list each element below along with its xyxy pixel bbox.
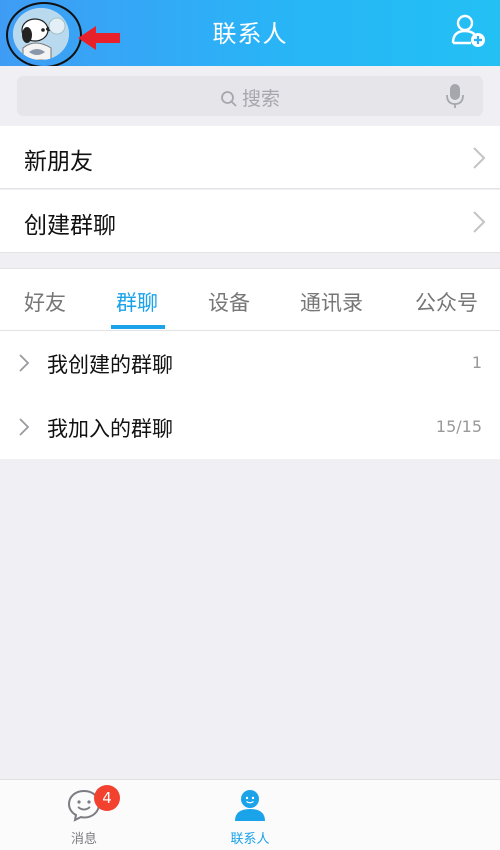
nav-contacts[interactable]: 联系人 [200,788,300,847]
group-count: 1 [471,353,482,372]
tab-official-accounts[interactable]: 公众号 [415,287,478,317]
nav-label: 消息 [70,832,97,847]
search-placeholder: 搜索 [241,88,280,110]
chevron-right-icon [19,354,30,372]
active-tab-indicator [111,325,165,329]
bottom-navigation: 消息 联系人 [0,779,500,850]
microphone-icon[interactable] [445,83,465,109]
group-row-joined[interactable]: 我加入的群聊 15/15 [0,395,500,459]
group-count: 15/15 [435,417,482,436]
tab-address-book[interactable]: 通讯录 [300,287,363,317]
row-create-group[interactable]: 创建群聊 [0,190,500,253]
chevron-right-icon [473,211,486,233]
tab-devices[interactable]: 设备 [208,287,250,317]
search-input[interactable]: 搜索 [17,76,483,116]
row-label: 新朋友 [24,149,93,175]
top-bar: 联系人 [0,0,500,68]
nav-label: 联系人 [230,832,270,847]
search-icon [221,91,237,107]
tab-groups[interactable]: 群聊 [116,287,158,317]
tab-friends[interactable]: 好友 [24,287,66,317]
group-row-label: 我创建的群聊 [47,353,173,377]
row-new-friends[interactable]: 新朋友 [0,126,500,189]
search-placeholder-wrap: 搜索 [17,84,483,111]
contact-tabs: 好友 群聊 设备 通讯录 公众号 [0,268,500,331]
chevron-right-icon [473,147,486,169]
page-title: 联系人 [212,20,288,48]
group-row-created[interactable]: 我创建的群聊 1 [0,331,500,395]
group-row-label: 我加入的群聊 [47,417,173,441]
add-contact-icon[interactable] [450,12,486,48]
unread-badge: 4 [94,785,120,811]
contact-person-icon [235,790,265,821]
chevron-right-icon [19,418,30,436]
row-label: 创建群聊 [24,213,116,239]
search-area: 搜索 [0,66,500,124]
